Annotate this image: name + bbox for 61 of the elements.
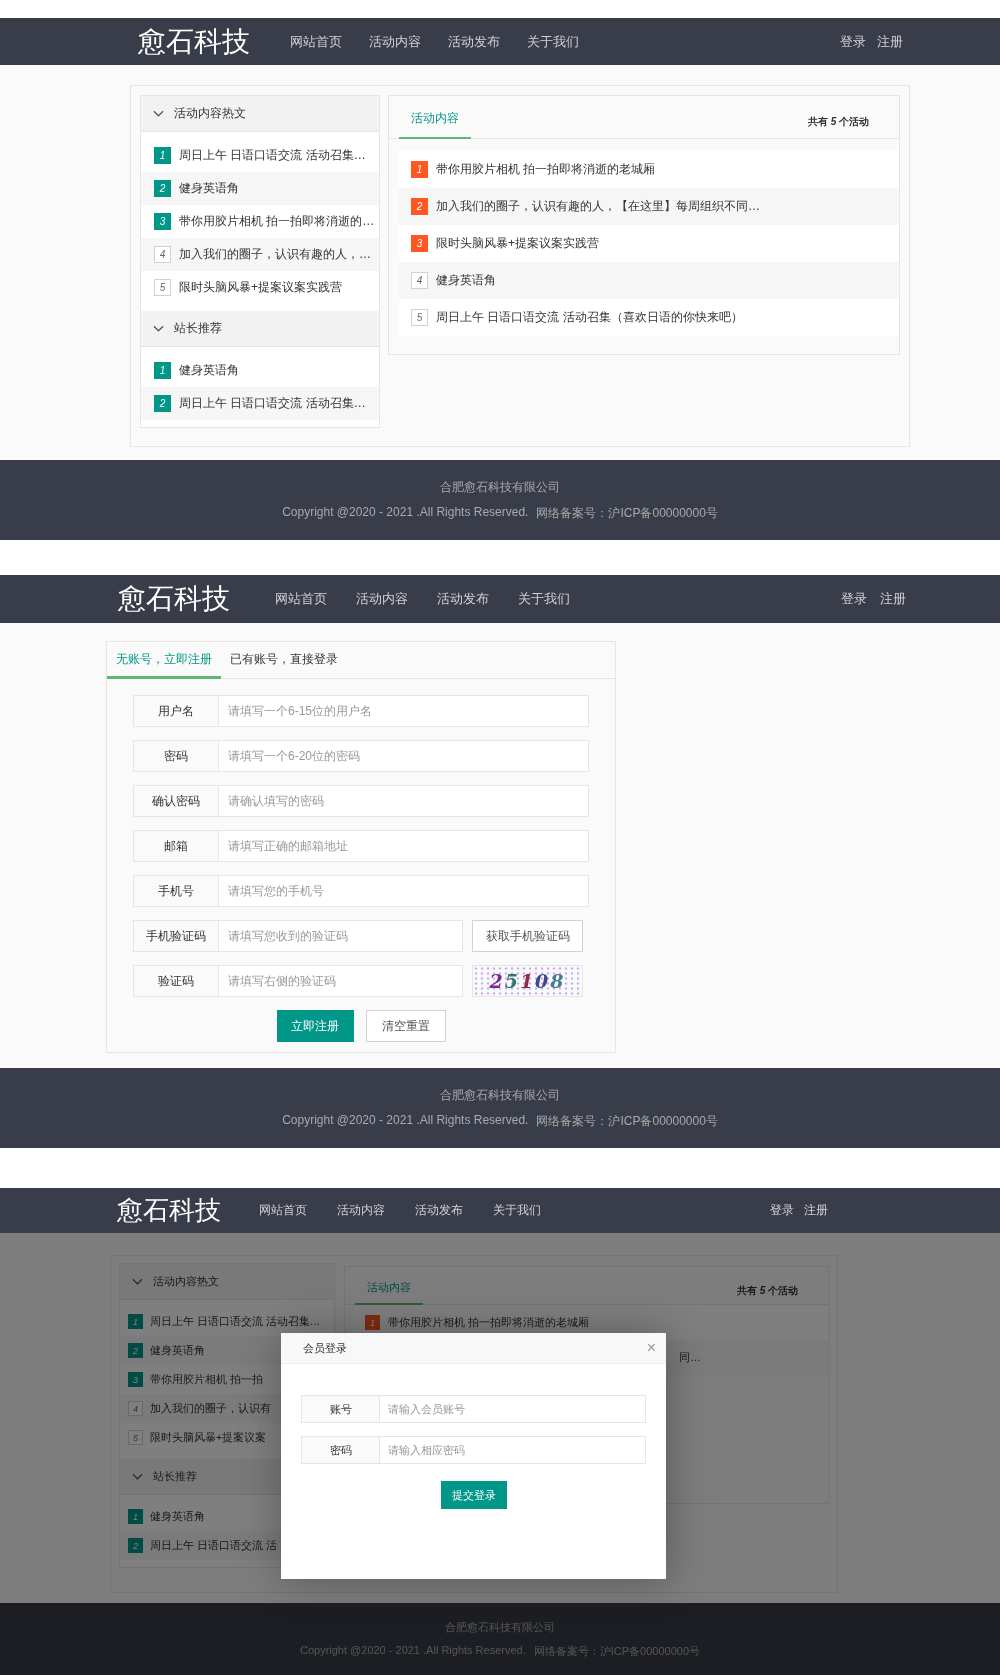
rank-badge: 5 [128,1430,143,1445]
field-label: 手机验证码 [133,920,219,952]
rank-badge: 2 [128,1343,143,1358]
article-title: 限时头脑风暴+提案议案实践营 [179,279,342,296]
rank-badge: 2 [411,198,428,215]
field-label: 手机号 [133,875,219,907]
activity-count: 共有 5 个活动 [736,1283,799,1298]
rank-badge: 2 [154,180,171,197]
rank-badge: 5 [411,309,428,326]
field-label: 账号 [301,1395,380,1423]
record-number: 网络备案号：沪ICP备00000000号 [536,1112,718,1130]
activity-title: 带你用胶片相机 拍一拍即将消逝的老城厢 [436,161,656,178]
rank-badge: 1 [411,161,428,178]
rank-badge: 4 [154,246,171,263]
rank-badge: 4 [411,272,428,289]
field-label: 密码 [133,740,219,772]
rank-badge: 5 [154,279,171,296]
field-label: 邮箱 [133,830,219,862]
article-title: 健身英语角 [179,362,239,379]
article-title: 限时头脑风暴+提案议案 [150,1430,267,1445]
activity-title: 加入我们的圈子，认识有趣的人，【在这里】每周组织不同… [436,198,760,215]
field-label: 密码 [301,1436,380,1464]
rank-badge: 2 [128,1538,143,1553]
rank-badge: 1 [128,1509,143,1524]
article-title: 周日上午 日语口语交流 活动召集… [179,147,366,164]
activity-title: 周日上午 日语口语交流 活动召集（喜欢日语的你快来吧） [436,309,743,326]
section-title: 站长推荐 [174,320,222,337]
company-name: 合肥愈石科技有限公司 [440,478,560,496]
activity-title: 带你用胶片相机 拍一拍即将消逝的老城厢 [388,1315,590,1330]
field-label: 确认密码 [133,785,219,817]
rank-badge: 3 [411,235,428,252]
section-title: 活动内容热文 [174,105,246,122]
article-title: 健身英语角 [179,180,239,197]
article-title: 健身英语角 [150,1509,205,1524]
article-title: 加入我们的圈子，认识有趣的人，… [179,246,371,263]
rank-badge: 1 [128,1314,143,1329]
activity-title: 限时头脑风暴+提案议案实践营 [436,235,599,252]
article-title: 周日上午 日语口语交流 活动召集… [179,395,366,412]
article-title: 周日上午 日语口语交流 活 [150,1538,277,1553]
activity-count: 共有 5 个活动 [807,115,870,129]
article-title: 健身英语角 [150,1343,205,1358]
record-number: 网络备案号：沪ICP备00000000号 [536,504,718,522]
section-title: 站长推荐 [153,1469,197,1484]
article-title: 周日上午 日语口语交流 活动召集… [150,1314,321,1329]
rank-badge: 3 [154,213,171,230]
company-name: 合肥愈石科技有限公司 [440,1086,560,1104]
field-label: 用户名 [133,695,219,727]
activity-title: 健身英语角 [436,272,496,289]
rank-badge: 1 [154,362,171,379]
section-title: 活动内容热文 [153,1274,219,1289]
article-title: 加入我们的圈子，认识有 [150,1401,271,1416]
copyright-text: Copyright @2020 - 2021 .All Rights Reserved. [282,504,529,521]
rank-badge: 1 [154,147,171,164]
rank-badge: 3 [128,1372,143,1387]
rank-badge: 1 [365,1315,380,1330]
article-title: 带你用胶片相机 拍一拍即将消逝的… [179,213,375,230]
copyright-text: Copyright @2020 - 2021 .All Rights Reserved. [282,1112,529,1129]
article-title: 带你用胶片相机 拍一拍 [150,1372,263,1387]
field-label: 验证码 [133,965,219,997]
rank-badge: 4 [128,1401,143,1416]
rank-badge: 2 [154,395,171,412]
